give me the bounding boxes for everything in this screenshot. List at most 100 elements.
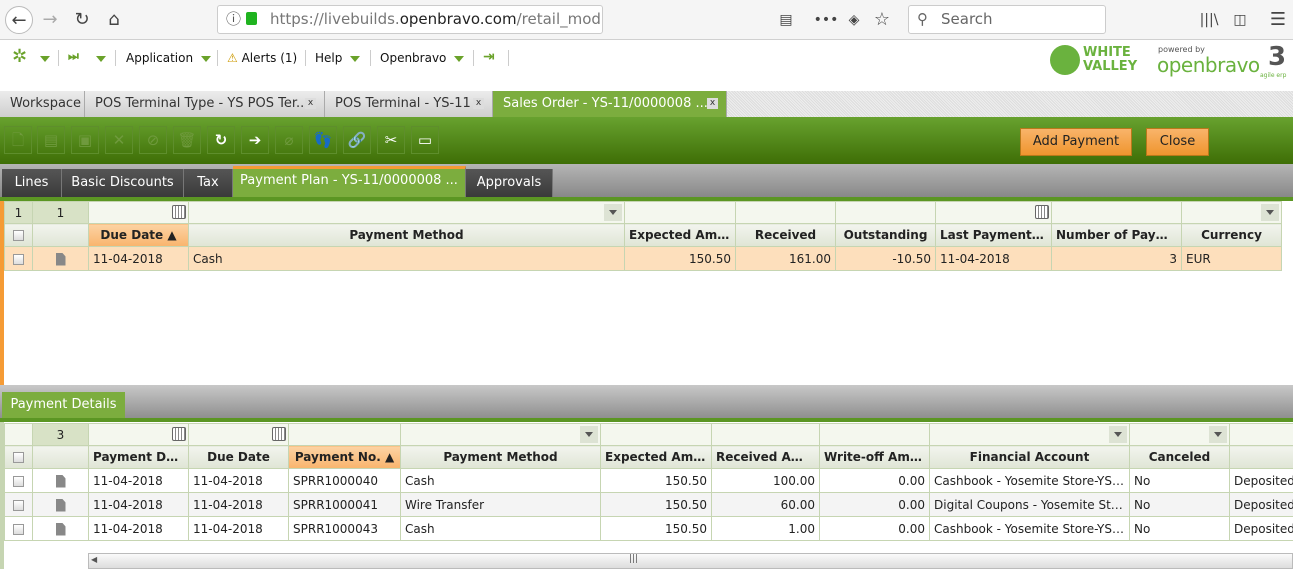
table-row[interactable]: 11-04-2018 11-04-2018 SPRR1000040 Cash 150.5… bbox=[4, 468, 1293, 493]
library-icon[interactable]: |||\ bbox=[1195, 6, 1223, 34]
filter-number-payments[interactable] bbox=[1051, 201, 1182, 224]
help-menu[interactable]: Help bbox=[315, 51, 361, 65]
row-form-icon[interactable] bbox=[32, 492, 89, 517]
filter-outstanding[interactable] bbox=[835, 201, 936, 224]
delete-icon[interactable]: 🗑 bbox=[173, 126, 201, 154]
recent-dropdown[interactable] bbox=[88, 51, 106, 65]
row-checkbox[interactable] bbox=[4, 516, 33, 541]
add-payment-button[interactable]: Add Payment bbox=[1020, 128, 1132, 156]
filter-payment-method[interactable] bbox=[400, 423, 601, 446]
column-header[interactable]: Expected Amount bbox=[624, 223, 736, 247]
column-header[interactable]: Payment No. ▲ bbox=[288, 445, 401, 469]
column-header[interactable]: Canceled bbox=[1129, 445, 1230, 469]
column-header[interactable] bbox=[1229, 445, 1293, 469]
filter-payment-date[interactable] bbox=[88, 423, 189, 446]
row-checkbox[interactable] bbox=[4, 246, 33, 271]
quick-launch-dropdown[interactable] bbox=[32, 51, 50, 65]
select-all-checkbox[interactable] bbox=[4, 223, 33, 247]
tab-sales-order[interactable]: Sales Order - YS-11/0000008 ... x bbox=[493, 91, 727, 117]
column-header[interactable]: Financial Account bbox=[929, 445, 1130, 469]
tab-payment-details[interactable]: Payment Details bbox=[2, 392, 125, 418]
column-header[interactable]: Payment Method bbox=[400, 445, 601, 469]
tools-icon[interactable]: ✂ bbox=[377, 126, 405, 154]
filter-canceled[interactable] bbox=[1129, 423, 1230, 446]
close-tab-icon[interactable]: x bbox=[707, 98, 718, 109]
horizontal-scrollbar[interactable]: ◀ ||| bbox=[88, 553, 1293, 569]
more-icon[interactable]: ••• bbox=[812, 6, 840, 34]
column-header[interactable]: Due Date ▲ bbox=[88, 223, 189, 247]
filter-due-date[interactable] bbox=[88, 201, 189, 224]
filter-received[interactable] bbox=[735, 201, 836, 224]
close-button[interactable]: Close bbox=[1146, 128, 1209, 156]
filter-currency[interactable] bbox=[1181, 201, 1282, 224]
filter-last-payment-date[interactable] bbox=[935, 201, 1052, 224]
attachment-icon[interactable]: ⌀ bbox=[275, 126, 303, 154]
dropdown-icon[interactable] bbox=[1261, 204, 1279, 221]
export-icon[interactable]: ➔ bbox=[241, 126, 269, 154]
filter-payment-no[interactable] bbox=[288, 423, 401, 446]
column-header[interactable]: Write-off Amount bbox=[819, 445, 930, 469]
pocket-icon[interactable]: ◈ bbox=[840, 6, 868, 34]
back-button[interactable]: ← bbox=[5, 6, 33, 34]
dropdown-icon[interactable] bbox=[580, 426, 598, 443]
search-input[interactable]: ⚲ Search bbox=[908, 5, 1106, 34]
dropdown-icon[interactable] bbox=[1109, 426, 1127, 443]
calendar-icon[interactable] bbox=[1035, 205, 1049, 219]
subtab-payment-plan[interactable]: Payment Plan - YS-11/0000008 ... bbox=[233, 166, 466, 197]
dropdown-icon[interactable] bbox=[1209, 426, 1227, 443]
cancel-icon[interactable]: ⊘ bbox=[139, 126, 167, 154]
scroll-left-icon[interactable]: ◀ bbox=[91, 555, 97, 564]
column-header[interactable]: Last Payment Date bbox=[935, 223, 1052, 247]
column-header[interactable]: Currency bbox=[1181, 223, 1282, 247]
column-header[interactable]: Number of Payments bbox=[1051, 223, 1182, 247]
filter-expected[interactable] bbox=[600, 423, 712, 446]
refresh-icon[interactable]: ↻ bbox=[207, 126, 235, 154]
recent-icon[interactable]: ⏭ bbox=[68, 49, 79, 64]
filter-status[interactable] bbox=[1229, 423, 1293, 446]
filter-expected[interactable] bbox=[624, 201, 736, 224]
calendar-icon[interactable] bbox=[272, 427, 286, 441]
calendar-icon[interactable] bbox=[172, 427, 186, 441]
undo-icon[interactable]: ✕ bbox=[105, 126, 133, 154]
filter-received[interactable] bbox=[711, 423, 820, 446]
logout-icon[interactable]: ⇥ bbox=[483, 49, 495, 65]
scroll-thumb-grip[interactable]: ||| bbox=[629, 554, 638, 564]
row-checkbox[interactable] bbox=[4, 492, 33, 517]
row-form-icon[interactable] bbox=[32, 516, 89, 541]
alerts-link[interactable]: ⚠ Alerts (1) bbox=[227, 51, 297, 65]
column-header[interactable]: Payment Date bbox=[88, 445, 189, 469]
user-menu[interactable]: Openbravo bbox=[380, 51, 465, 65]
layout-toggle-icon[interactable]: ▭ bbox=[411, 126, 439, 154]
sidebar-icon[interactable]: ◫ bbox=[1226, 6, 1254, 34]
save-icon[interactable]: ▣ bbox=[71, 126, 99, 154]
table-row[interactable]: 11-04-2018 11-04-2018 SPRR1000041 Wire Tran… bbox=[4, 492, 1293, 517]
filter-writeoff[interactable] bbox=[819, 423, 930, 446]
new-row-icon[interactable]: ▤ bbox=[37, 126, 65, 154]
reload-button[interactable]: ↻ bbox=[68, 6, 96, 34]
column-header[interactable]: Due Date bbox=[188, 445, 289, 469]
filter-financial-account[interactable] bbox=[929, 423, 1130, 446]
close-tab-icon[interactable]: x bbox=[473, 98, 484, 109]
tab-pos-terminal-type[interactable]: POS Terminal Type - YS POS Ter... x bbox=[85, 91, 325, 117]
subtab-approvals[interactable]: Approvals bbox=[466, 169, 553, 197]
row-checkbox[interactable] bbox=[4, 468, 33, 493]
dropdown-icon[interactable] bbox=[604, 204, 622, 221]
column-header[interactable]: Received Amount bbox=[711, 445, 820, 469]
new-document-icon[interactable]: 🗋 bbox=[4, 126, 32, 154]
close-tab-icon[interactable]: x bbox=[305, 98, 316, 109]
application-menu[interactable]: Application bbox=[126, 51, 212, 65]
reader-icon[interactable]: ▤ bbox=[772, 6, 800, 34]
filter-payment-method[interactable] bbox=[188, 201, 625, 224]
calendar-icon[interactable] bbox=[172, 205, 186, 219]
select-all-checkbox[interactable] bbox=[4, 445, 33, 469]
menu-icon[interactable]: ☰ bbox=[1264, 6, 1292, 34]
quick-launch-icon[interactable]: ✲ bbox=[12, 46, 27, 67]
forward-button[interactable]: → bbox=[36, 6, 64, 34]
column-header[interactable]: Outstanding bbox=[835, 223, 936, 247]
audit-trail-icon[interactable]: 👣 bbox=[309, 126, 337, 154]
home-button[interactable]: ⌂ bbox=[100, 6, 128, 34]
filter-due-date[interactable] bbox=[188, 423, 289, 446]
row-form-icon[interactable] bbox=[32, 246, 89, 271]
tab-workspace[interactable]: Workspace bbox=[0, 91, 85, 117]
subtab-lines[interactable]: Lines bbox=[2, 169, 62, 197]
